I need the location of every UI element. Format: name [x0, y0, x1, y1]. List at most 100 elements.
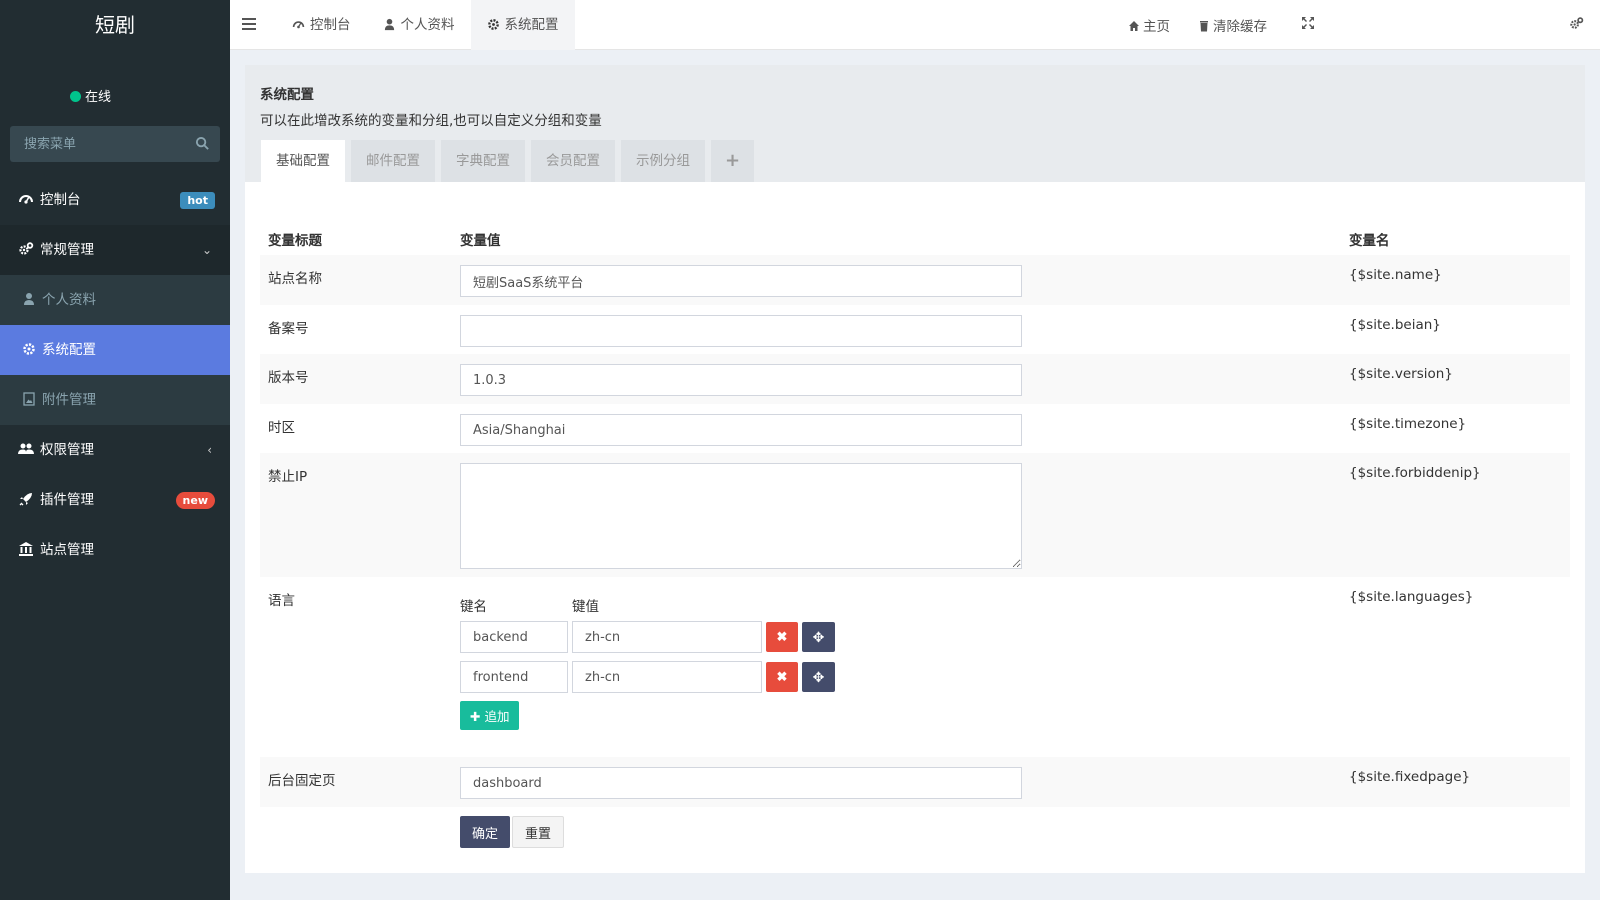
image-file-icon: [23, 392, 35, 406]
close-icon: ✖: [776, 669, 788, 684]
tab-member[interactable]: 会员配置: [531, 140, 615, 182]
kv-value-input[interactable]: [572, 621, 762, 653]
tab-label: 个人资料: [400, 17, 455, 33]
sidebar-item-label: 站点管理: [40, 542, 94, 558]
sidebar-item-auth[interactable]: 权限管理 ‹: [0, 425, 230, 475]
tab-dashboard[interactable]: 控制台: [276, 0, 367, 50]
rocket-icon: [19, 493, 32, 506]
sidebar-item-addon[interactable]: 插件管理 new: [0, 475, 230, 525]
version-input[interactable]: [460, 364, 1022, 396]
home-label: 主页: [1143, 19, 1170, 35]
append-button[interactable]: ✚ 追加: [460, 701, 520, 730]
sidebar-item-site[interactable]: 站点管理: [0, 525, 230, 575]
table-row: 语言 键名 键值 ✖ ✥ ✖ ✥ ✚ 追加: [260, 577, 1570, 757]
row-title: 禁止IP: [268, 469, 308, 485]
row-var: {$site.forbiddenip}: [1349, 465, 1481, 481]
row-var: {$site.fixedpage}: [1349, 769, 1471, 785]
form-actions: 确定 重置: [260, 807, 1570, 867]
table-row: 备案号 {$site.beian}: [260, 305, 1570, 354]
user-menu[interactable]: [1335, 0, 1565, 50]
row-title: 备案号: [268, 321, 309, 337]
sidebar-item-label: 系统配置: [42, 342, 96, 358]
institution-icon: [19, 542, 33, 556]
arrows-move-icon: ✥: [812, 668, 825, 685]
beian-input[interactable]: [460, 315, 1022, 347]
menu-search: [10, 126, 220, 162]
forbiddenip-textarea[interactable]: [460, 463, 1022, 569]
brand-logo[interactable]: 短剧: [0, 0, 230, 50]
config-table: 变量标题 变量值 变量名 站点名称 {$site.name} 备案号 {$sit…: [260, 205, 1570, 867]
dashboard-icon: [19, 195, 33, 204]
sidebar-item-profile[interactable]: 个人资料: [0, 275, 230, 325]
table-row: 版本号 {$site.version}: [260, 354, 1570, 404]
site-name-input[interactable]: [460, 265, 1022, 297]
value-header: 键值: [572, 599, 599, 615]
kv-key-input[interactable]: [460, 661, 568, 693]
fixedpage-input[interactable]: [460, 767, 1022, 799]
fullscreen-icon: [1302, 17, 1314, 29]
add-group-button[interactable]: +: [711, 140, 755, 182]
sidebar-item-label: 附件管理: [42, 392, 96, 408]
home-link[interactable]: 主页: [1114, 15, 1184, 35]
sidebar-item-dashboard[interactable]: 控制台 hot: [0, 175, 230, 225]
user-icon: [384, 18, 394, 31]
header-value: 变量值: [460, 233, 501, 249]
kv-row: ✖ ✥: [460, 661, 835, 693]
gear-icon: [23, 343, 35, 355]
row-var: {$site.version}: [1349, 366, 1453, 382]
row-title: 后台固定页: [268, 773, 336, 789]
kv-value-input[interactable]: [572, 661, 762, 693]
page-title: 系统配置: [260, 87, 314, 103]
row-var: {$site.beian}: [1349, 317, 1441, 333]
panel-heading: 系统配置 可以在此增改系统的变量和分组,也可以自定义分组和变量 基础配置 邮件配…: [245, 65, 1585, 182]
kv-row: ✖ ✥: [460, 621, 835, 653]
row-title: 语言: [268, 593, 295, 609]
config-panel: 系统配置 可以在此增改系统的变量和分组,也可以自定义分组和变量 基础配置 邮件配…: [245, 65, 1585, 873]
drag-row-button[interactable]: ✥: [802, 662, 835, 692]
clear-cache-link[interactable]: 清除缓存: [1184, 15, 1281, 35]
remove-row-button[interactable]: ✖: [766, 622, 798, 652]
users-icon: [18, 443, 34, 454]
new-badge: new: [175, 492, 215, 509]
menu-toggle-icon[interactable]: [242, 17, 258, 31]
timezone-input[interactable]: [460, 414, 1022, 446]
sidebar-item-label: 插件管理: [40, 492, 94, 508]
submit-button[interactable]: 确定: [460, 816, 511, 848]
home-icon: [1129, 21, 1139, 31]
table-row: 禁止IP {$site.forbiddenip}: [260, 453, 1570, 577]
tab-profile[interactable]: 个人资料: [367, 0, 471, 50]
tab-example[interactable]: 示例分组: [621, 140, 705, 182]
gear-icon: [487, 19, 499, 30]
tab-dict[interactable]: 字典配置: [441, 140, 525, 182]
remove-row-button[interactable]: ✖: [766, 662, 798, 692]
status-text: 在线: [85, 90, 112, 105]
search-icon[interactable]: [195, 136, 210, 151]
sidebar-item-label: 控制台: [40, 192, 81, 208]
sidebar-item-config[interactable]: 系统配置: [0, 325, 230, 375]
drag-row-button[interactable]: ✥: [802, 622, 835, 652]
page-description: 可以在此增改系统的变量和分组,也可以自定义分组和变量: [260, 113, 602, 129]
tab-mail[interactable]: 邮件配置: [351, 140, 435, 182]
menu-search-input[interactable]: [10, 126, 180, 162]
sidebar-item-general[interactable]: 常规管理 ⌄: [0, 225, 230, 275]
header-title: 变量标题: [268, 233, 322, 249]
online-dot-icon: [70, 91, 81, 102]
table-row: 时区 {$site.timezone}: [260, 404, 1570, 453]
kv-key-input[interactable]: [460, 621, 568, 653]
kv-header: 键名 键值: [460, 595, 835, 615]
tab-basic[interactable]: 基础配置: [261, 140, 345, 182]
user-icon: [24, 293, 34, 305]
row-var: {$site.languages}: [1349, 589, 1474, 605]
sidebar-item-label: 常规管理: [40, 242, 94, 258]
table-row: 站点名称 {$site.name}: [260, 255, 1570, 305]
sidebar-item-attachment[interactable]: 附件管理: [0, 375, 230, 425]
row-title: 站点名称: [268, 271, 322, 287]
append-label: 追加: [484, 709, 510, 724]
settings-button[interactable]: [1565, 16, 1600, 35]
reset-button[interactable]: 重置: [512, 816, 565, 848]
tab-label: 控制台: [310, 17, 351, 33]
fullscreen-button[interactable]: [1281, 16, 1335, 34]
tab-config[interactable]: 系统配置: [470, 0, 575, 50]
chevron-left-icon: ‹: [207, 443, 212, 457]
dashboard-icon: [292, 21, 305, 29]
